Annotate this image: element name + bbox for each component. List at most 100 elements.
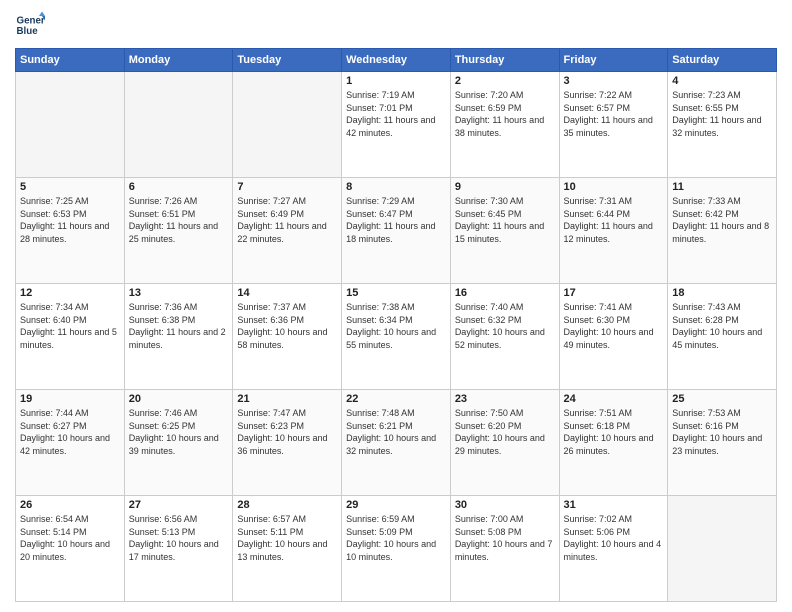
calendar-cell: 25 Sunrise: 7:53 AMSunset: 6:16 PMDayligh… <box>668 390 777 496</box>
svg-text:General: General <box>17 16 46 27</box>
cell-info: Sunrise: 6:54 AMSunset: 5:14 PMDaylight:… <box>20 513 120 563</box>
calendar-cell <box>233 72 342 178</box>
calendar-cell: 29 Sunrise: 6:59 AMSunset: 5:09 PMDayligh… <box>342 496 451 602</box>
cell-info: Sunrise: 7:31 AMSunset: 6:44 PMDaylight:… <box>564 195 664 245</box>
calendar-cell: 23 Sunrise: 7:50 AMSunset: 6:20 PMDayligh… <box>450 390 559 496</box>
cell-info: Sunrise: 7:38 AMSunset: 6:34 PMDaylight:… <box>346 301 446 351</box>
calendar-cell: 5 Sunrise: 7:25 AMSunset: 6:53 PMDaylight… <box>16 178 125 284</box>
day-number: 13 <box>129 287 229 299</box>
week-row-1: 1 Sunrise: 7:19 AMSunset: 7:01 PMDaylight… <box>16 72 777 178</box>
day-number: 29 <box>346 499 446 511</box>
week-row-4: 19Sunrise: 7:44 AMSunset: 6:27 PMDayligh… <box>16 390 777 496</box>
calendar-cell <box>668 496 777 602</box>
cell-info: Sunrise: 7:43 AMSunset: 6:28 PMDaylight:… <box>672 301 772 351</box>
calendar-cell: 22 Sunrise: 7:48 AMSunset: 6:21 PMDayligh… <box>342 390 451 496</box>
calendar-cell: 1 Sunrise: 7:19 AMSunset: 7:01 PMDaylight… <box>342 72 451 178</box>
calendar-cell: 14 Sunrise: 7:37 AMSunset: 6:36 PMDayligh… <box>233 284 342 390</box>
week-row-5: 26Sunrise: 6:54 AMSunset: 5:14 PMDayligh… <box>16 496 777 602</box>
week-row-3: 12 Sunrise: 7:34 AMSunset: 6:40 PMDayligh… <box>16 284 777 390</box>
day-number: 14 <box>237 287 337 299</box>
day-number: 20 <box>129 393 229 405</box>
day-number: 24 <box>564 393 664 405</box>
day-number: 12 <box>20 287 120 299</box>
day-number: 31 <box>564 499 664 511</box>
day-number: 6 <box>129 181 229 193</box>
weekday-header-thursday: Thursday <box>450 49 559 72</box>
cell-info: Sunrise: 6:59 AMSunset: 5:09 PMDaylight:… <box>346 513 446 563</box>
cell-info: Sunrise: 6:56 AMSunset: 5:13 PMDaylight:… <box>129 513 229 563</box>
logo-icon: General Blue <box>15 10 45 40</box>
cell-info: Sunrise: 7:30 AMSunset: 6:45 PMDaylight:… <box>455 195 555 245</box>
cell-info: Sunrise: 7:19 AMSunset: 7:01 PMDaylight:… <box>346 89 446 139</box>
cell-info: Sunrise: 7:27 AMSunset: 6:49 PMDaylight:… <box>237 195 337 245</box>
weekday-header-sunday: Sunday <box>16 49 125 72</box>
svg-text:Blue: Blue <box>17 26 39 37</box>
day-number: 19 <box>20 393 120 405</box>
cell-info: Sunrise: 7:37 AMSunset: 6:36 PMDaylight:… <box>237 301 337 351</box>
calendar-cell: 15 Sunrise: 7:38 AMSunset: 6:34 PMDayligh… <box>342 284 451 390</box>
cell-info: Sunrise: 7:46 AMSunset: 6:25 PMDaylight:… <box>129 407 229 457</box>
cell-info: Sunrise: 7:33 AMSunset: 6:42 PMDaylight:… <box>672 195 772 245</box>
cell-info: Sunrise: 7:34 AMSunset: 6:40 PMDaylight:… <box>20 301 120 351</box>
calendar-cell: 3Sunrise: 7:22 AMSunset: 6:57 PMDaylight… <box>559 72 668 178</box>
day-number: 11 <box>672 181 772 193</box>
header: General Blue <box>15 10 777 40</box>
calendar-cell: 4 Sunrise: 7:23 AMSunset: 6:55 PMDaylight… <box>668 72 777 178</box>
calendar-cell: 21Sunrise: 7:47 AMSunset: 6:23 PMDayligh… <box>233 390 342 496</box>
calendar-cell: 26Sunrise: 6:54 AMSunset: 5:14 PMDayligh… <box>16 496 125 602</box>
day-number: 27 <box>129 499 229 511</box>
cell-info: Sunrise: 7:20 AMSunset: 6:59 PMDaylight:… <box>455 89 555 139</box>
calendar-cell: 20 Sunrise: 7:46 AMSunset: 6:25 PMDayligh… <box>124 390 233 496</box>
day-number: 22 <box>346 393 446 405</box>
cell-info: Sunrise: 7:00 AMSunset: 5:08 PMDaylight:… <box>455 513 555 563</box>
cell-info: Sunrise: 7:41 AMSunset: 6:30 PMDaylight:… <box>564 301 664 351</box>
calendar-cell: 12 Sunrise: 7:34 AMSunset: 6:40 PMDayligh… <box>16 284 125 390</box>
day-number: 15 <box>346 287 446 299</box>
day-number: 18 <box>672 287 772 299</box>
weekday-header-tuesday: Tuesday <box>233 49 342 72</box>
day-number: 9 <box>455 181 555 193</box>
day-number: 8 <box>346 181 446 193</box>
weekday-header-wednesday: Wednesday <box>342 49 451 72</box>
day-number: 4 <box>672 75 772 87</box>
day-number: 25 <box>672 393 772 405</box>
week-row-2: 5 Sunrise: 7:25 AMSunset: 6:53 PMDaylight… <box>16 178 777 284</box>
day-number: 5 <box>20 181 120 193</box>
cell-info: Sunrise: 7:23 AMSunset: 6:55 PMDaylight:… <box>672 89 772 139</box>
cell-info: Sunrise: 7:50 AMSunset: 6:20 PMDaylight:… <box>455 407 555 457</box>
weekday-header-row: SundayMondayTuesdayWednesdayThursdayFrid… <box>16 49 777 72</box>
day-number: 16 <box>455 287 555 299</box>
calendar-cell <box>124 72 233 178</box>
cell-info: Sunrise: 7:22 AMSunset: 6:57 PMDaylight:… <box>564 89 664 139</box>
calendar-table: SundayMondayTuesdayWednesdayThursdayFrid… <box>15 48 777 602</box>
page-container: General Blue SundayMondayTuesdayWednesda… <box>0 0 792 612</box>
day-number: 28 <box>237 499 337 511</box>
calendar-cell: 6Sunrise: 7:26 AMSunset: 6:51 PMDaylight… <box>124 178 233 284</box>
cell-info: Sunrise: 7:40 AMSunset: 6:32 PMDaylight:… <box>455 301 555 351</box>
day-number: 30 <box>455 499 555 511</box>
cell-info: Sunrise: 7:47 AMSunset: 6:23 PMDaylight:… <box>237 407 337 457</box>
day-number: 10 <box>564 181 664 193</box>
calendar-cell: 13 Sunrise: 7:36 AMSunset: 6:38 PMDayligh… <box>124 284 233 390</box>
cell-info: Sunrise: 6:57 AMSunset: 5:11 PMDaylight:… <box>237 513 337 563</box>
cell-info: Sunrise: 7:29 AMSunset: 6:47 PMDaylight:… <box>346 195 446 245</box>
day-number: 1 <box>346 75 446 87</box>
calendar-cell: 9 Sunrise: 7:30 AMSunset: 6:45 PMDaylight… <box>450 178 559 284</box>
logo: General Blue <box>15 10 51 40</box>
calendar-cell: 8 Sunrise: 7:29 AMSunset: 6:47 PMDaylight… <box>342 178 451 284</box>
calendar-cell: 31Sunrise: 7:02 AMSunset: 5:06 PMDayligh… <box>559 496 668 602</box>
calendar-cell: 11 Sunrise: 7:33 AMSunset: 6:42 PMDayligh… <box>668 178 777 284</box>
cell-info: Sunrise: 7:48 AMSunset: 6:21 PMDaylight:… <box>346 407 446 457</box>
cell-info: Sunrise: 7:25 AMSunset: 6:53 PMDaylight:… <box>20 195 120 245</box>
day-number: 2 <box>455 75 555 87</box>
calendar-cell: 2 Sunrise: 7:20 AMSunset: 6:59 PMDaylight… <box>450 72 559 178</box>
calendar-cell: 17Sunrise: 7:41 AMSunset: 6:30 PMDayligh… <box>559 284 668 390</box>
day-number: 23 <box>455 393 555 405</box>
calendar-cell: 16 Sunrise: 7:40 AMSunset: 6:32 PMDayligh… <box>450 284 559 390</box>
cell-info: Sunrise: 7:53 AMSunset: 6:16 PMDaylight:… <box>672 407 772 457</box>
calendar-cell: 19Sunrise: 7:44 AMSunset: 6:27 PMDayligh… <box>16 390 125 496</box>
calendar-cell: 7 Sunrise: 7:27 AMSunset: 6:49 PMDaylight… <box>233 178 342 284</box>
cell-info: Sunrise: 7:36 AMSunset: 6:38 PMDaylight:… <box>129 301 229 351</box>
day-number: 7 <box>237 181 337 193</box>
calendar-cell: 30 Sunrise: 7:00 AMSunset: 5:08 PMDayligh… <box>450 496 559 602</box>
